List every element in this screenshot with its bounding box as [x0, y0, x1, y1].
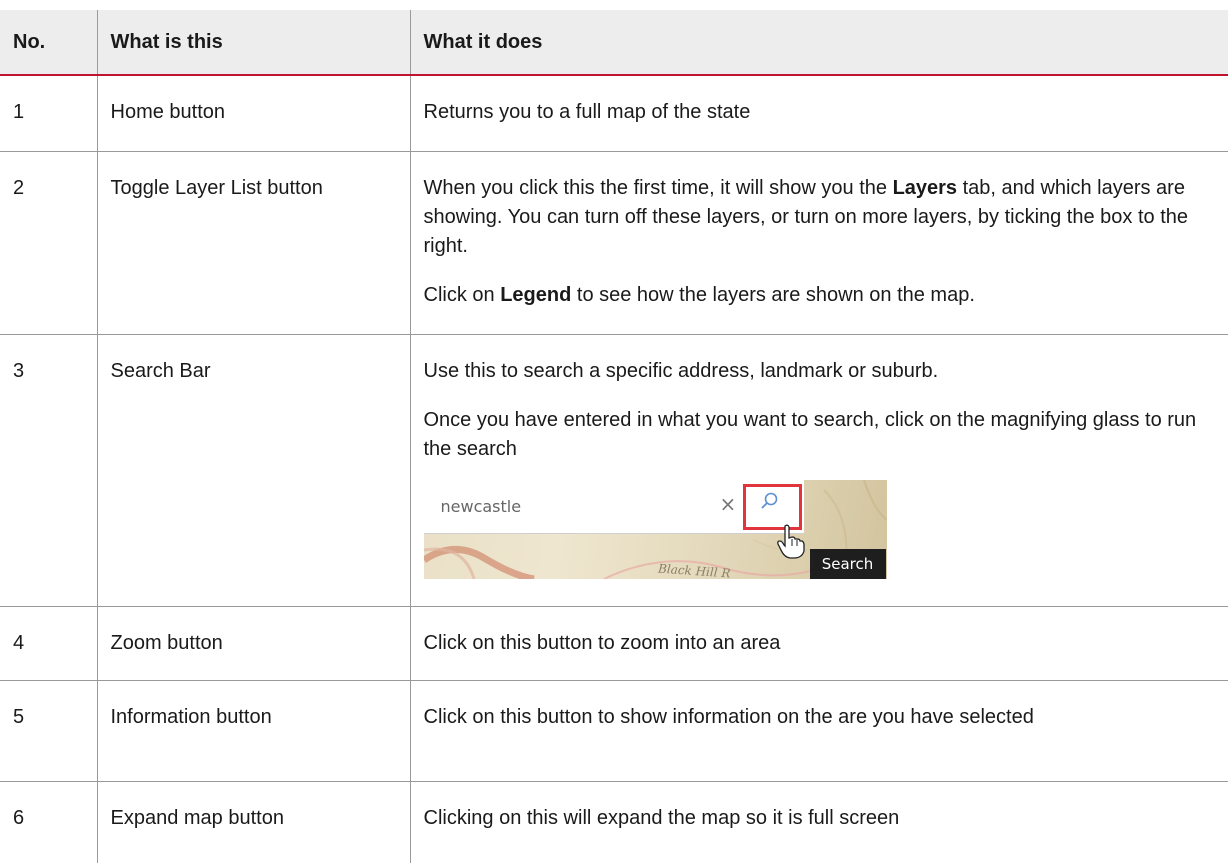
- header-what-it-does: What it does: [409, 10, 1228, 76]
- bold-term-layers: Layers: [892, 176, 958, 199]
- description-paragraph: Use this to search a specific address, l…: [423, 359, 939, 382]
- search-bar-screenshot: newcastle × Black Hill R Search: [423, 479, 887, 579]
- table-row: 4 Zoom button Click on this button to zo…: [0, 606, 1228, 681]
- magnifier-icon: [760, 492, 777, 509]
- text-run: When you click this the first time, it w…: [423, 176, 893, 199]
- table-row: 3 Search Bar Use this to search a specif…: [0, 334, 1228, 607]
- row-description: When you click this the first time, it w…: [409, 151, 1228, 335]
- hand-cursor-icon: [776, 524, 805, 559]
- row-description: Click on this button to zoom into an are…: [409, 606, 1228, 681]
- row-description: Clicking on this will expand the map so …: [409, 781, 1228, 863]
- row-item-name: Zoom button: [96, 606, 410, 681]
- row-number: 6: [13, 806, 25, 829]
- header-row: No. What is this What it does: [0, 10, 1228, 76]
- row-item-name: Toggle Layer List button: [96, 151, 410, 335]
- search-input-mock: newcastle ×: [423, 479, 804, 534]
- bold-term-legend: Legend: [500, 283, 572, 306]
- description-paragraph: Once you have entered in what you want t…: [423, 408, 1197, 460]
- row-description: Click on this button to show information…: [409, 680, 1228, 782]
- row-number: 5: [0, 680, 97, 782]
- row-number: 3: [0, 334, 97, 607]
- table-row: 2 Toggle Layer List button When you clic…: [0, 151, 1228, 335]
- clear-icon: ×: [719, 491, 737, 516]
- table-row: 6 Expand map button Clicking on this wil…: [0, 781, 1228, 863]
- text-run: to see how the layers are shown on the m…: [571, 283, 975, 306]
- header-what-is-this: What is this: [96, 10, 410, 76]
- table-row: 5 Information button Click on this butto…: [0, 680, 1228, 782]
- row-description: Use this to search a specific address, l…: [409, 334, 1228, 607]
- row-description: Returns you to a full map of the state: [409, 75, 1228, 152]
- row-item-name: Search Bar: [96, 334, 410, 607]
- table-row: 1 Home button Returns you to a full map …: [0, 75, 1228, 152]
- description-paragraph: Click on Legend to see how the layers ar…: [424, 281, 1201, 310]
- row-item-name: Home button: [96, 75, 410, 152]
- description-paragraph: When you click this the first time, it w…: [424, 174, 1201, 261]
- row-item-name: Expand map button: [96, 781, 410, 863]
- text-run: Click on: [423, 283, 501, 306]
- header-number: No.: [0, 10, 97, 76]
- row-number: 4: [0, 606, 97, 681]
- search-tooltip: Search: [809, 548, 886, 579]
- search-input-text: newcastle: [440, 496, 522, 516]
- row-item-name: Information button: [96, 680, 410, 782]
- row-number: 1: [0, 75, 97, 152]
- row-number: 2: [0, 151, 97, 335]
- help-table: No. What is this What it does 1 Home but…: [0, 10, 1228, 863]
